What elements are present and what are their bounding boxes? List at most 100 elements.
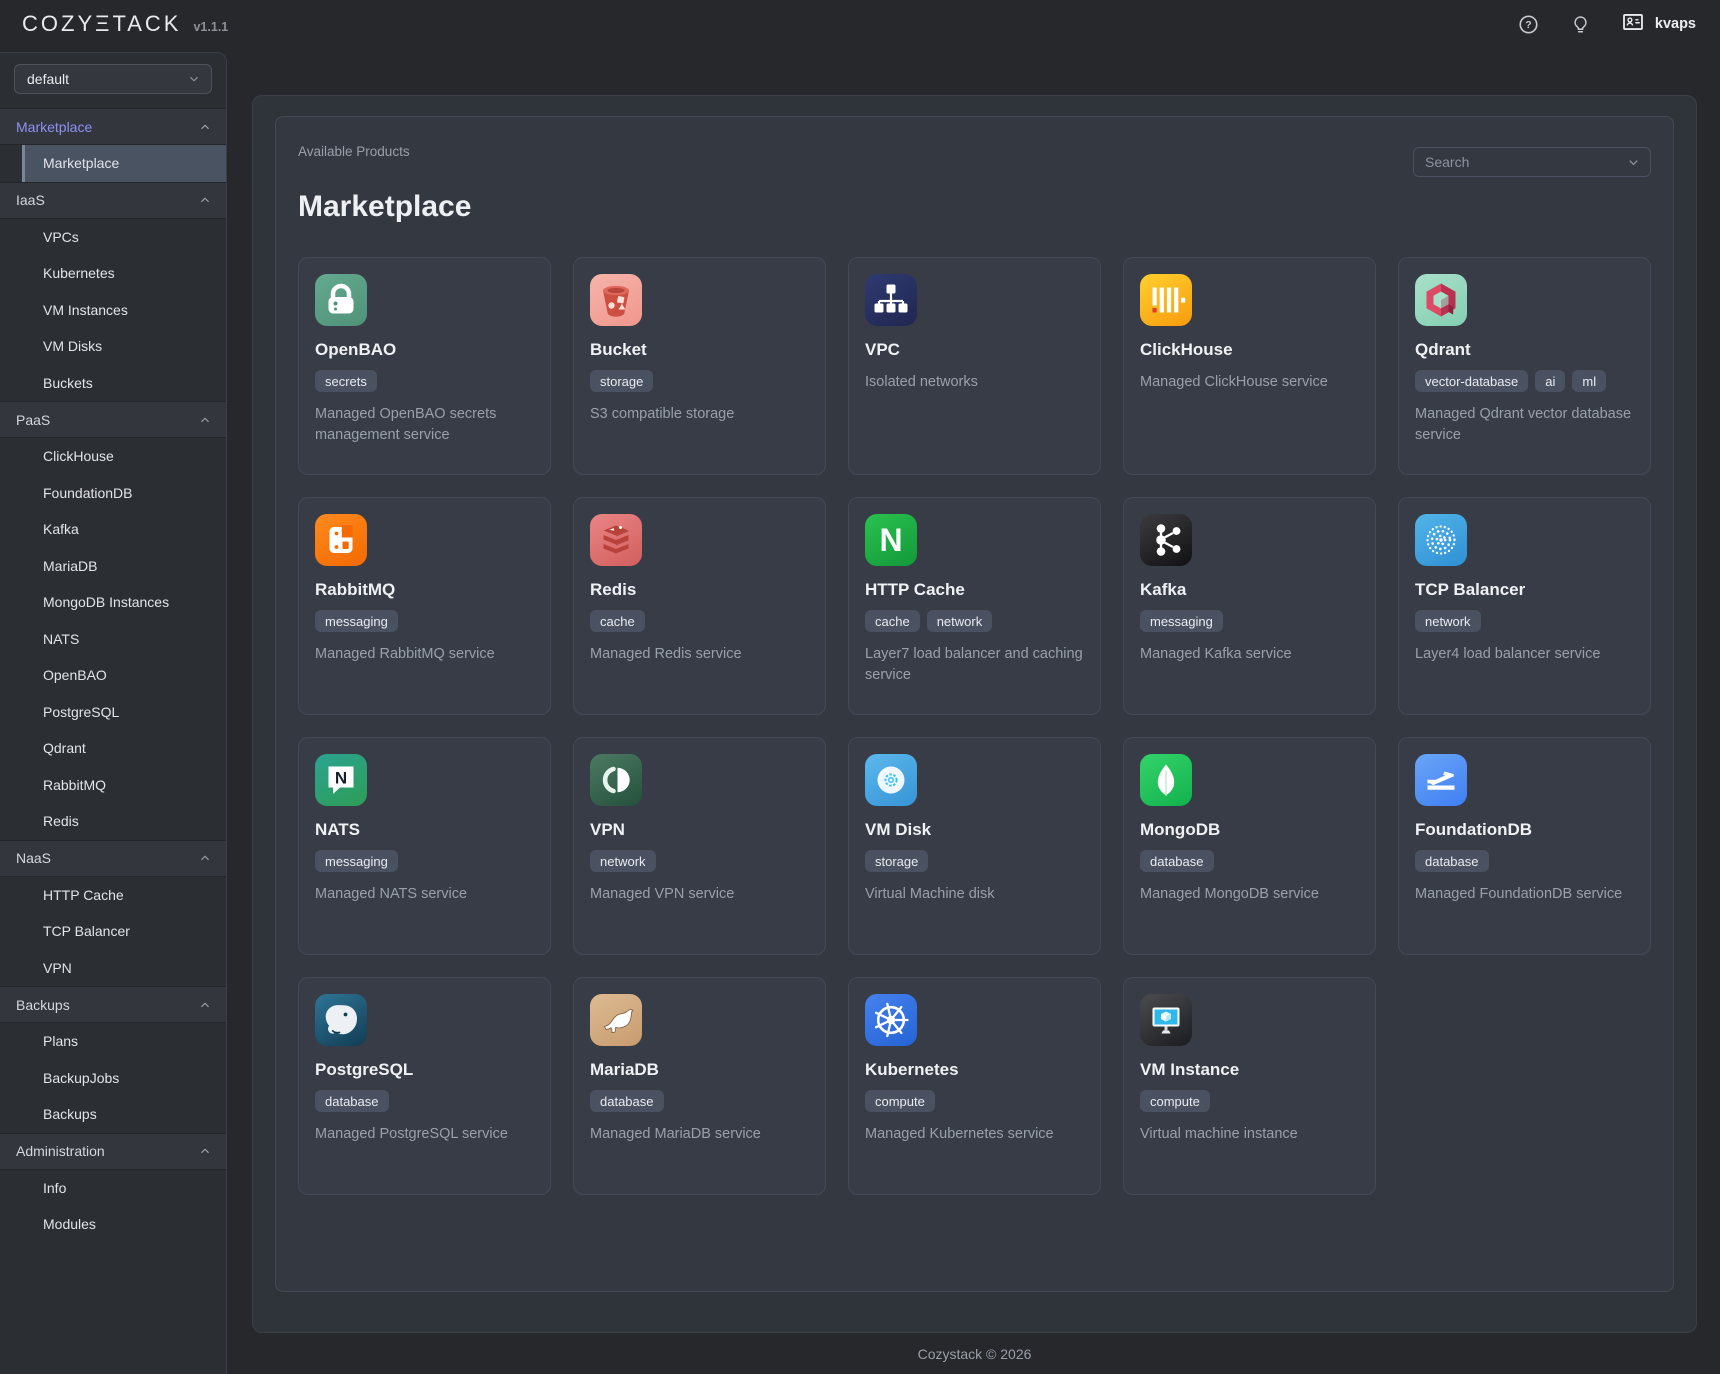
kubernetes-helm-icon — [865, 994, 917, 1046]
product-card-nats[interactable]: N NATS messaging Managed NATS service — [298, 737, 551, 955]
product-card-mariadb[interactable]: MariaDB database Managed MariaDB service — [573, 977, 826, 1195]
chevron-up-icon — [198, 193, 212, 207]
user-menu[interactable]: kvaps — [1620, 11, 1696, 38]
sidebar-group-administration[interactable]: Administration — [0, 1133, 226, 1170]
product-card-rabbitmq[interactable]: RabbitMQ messaging Managed RabbitMQ serv… — [298, 497, 551, 715]
chevron-up-icon — [198, 998, 212, 1012]
sidebar-item-buckets[interactable]: Buckets — [0, 365, 226, 402]
svg-text:N: N — [335, 769, 347, 788]
product-card-kafka[interactable]: Kafka messaging Managed Kafka service — [1123, 497, 1376, 715]
product-card-vm-instance[interactable]: VM Instance compute Virtual machine inst… — [1123, 977, 1376, 1195]
svg-text:?: ? — [1526, 19, 1532, 31]
product-card-vpn[interactable]: VPN network Managed VPN service — [573, 737, 826, 955]
app-logo: COZYΞTACK v1.1.1 — [22, 11, 228, 37]
tag-compute: compute — [1140, 1090, 1210, 1112]
product-card-clickhouse[interactable]: ClickHouse Managed ClickHouse service — [1123, 257, 1376, 475]
sidebar-item-vpcs[interactable]: VPCs — [0, 219, 226, 256]
chevron-up-icon — [198, 851, 212, 865]
tag-database: database — [1140, 850, 1214, 872]
sidebar-item-mariadb[interactable]: MariaDB — [0, 548, 226, 585]
sidebar-item-backupjobs[interactable]: BackupJobs — [0, 1060, 226, 1097]
lightbulb-icon[interactable] — [1568, 11, 1594, 37]
sidebar-group-paas[interactable]: PaaS — [0, 401, 226, 438]
sidebar-item-kubernetes[interactable]: Kubernetes — [0, 255, 226, 292]
sidebar-item-vm-instances[interactable]: VM Instances — [0, 292, 226, 329]
product-card-kubernetes[interactable]: Kubernetes compute Managed Kubernetes se… — [848, 977, 1101, 1195]
product-card-vm-disk[interactable]: VM Disk storage Virtual Machine disk — [848, 737, 1101, 955]
tag-storage: storage — [865, 850, 928, 872]
sidebar-item-modules[interactable]: Modules — [0, 1206, 226, 1243]
product-card-bucket[interactable]: Bucket storage S3 compatible storage — [573, 257, 826, 475]
sidebar: default Marketplace Marketplace IaaS VPC… — [0, 52, 227, 1374]
nats-icon: N — [315, 754, 367, 806]
product-card-redis[interactable]: Redis cache Managed Redis service — [573, 497, 826, 715]
tag-secrets: secrets — [315, 370, 377, 392]
product-card-mongodb[interactable]: MongoDB database Managed MongoDB service — [1123, 737, 1376, 955]
monitor-cube-icon — [1140, 994, 1192, 1046]
search-input[interactable] — [1425, 154, 1626, 170]
chevron-down-icon — [187, 72, 201, 86]
tenant-select[interactable]: default — [14, 64, 212, 94]
chevron-up-icon — [198, 413, 212, 427]
tag-messaging: messaging — [315, 610, 398, 632]
tag-vector-database: vector-database — [1415, 370, 1528, 392]
sidebar-item-postgresql[interactable]: PostgreSQL — [0, 694, 226, 731]
network-tree-icon — [865, 274, 917, 326]
sidebar-item-rabbitmq[interactable]: RabbitMQ — [0, 767, 226, 804]
breadcrumb: Available Products — [298, 142, 410, 159]
product-card-foundationdb[interactable]: FoundationDB database Managed Foundation… — [1398, 737, 1651, 955]
username: kvaps — [1655, 16, 1696, 32]
sidebar-item-marketplace[interactable]: Marketplace — [22, 145, 226, 182]
leaf-icon — [1140, 754, 1192, 806]
page-title: Marketplace — [298, 190, 1651, 224]
sidebar-item-mongodb-instances[interactable]: MongoDB Instances — [0, 584, 226, 621]
tag-network: network — [590, 850, 656, 872]
chevron-up-icon — [198, 1144, 212, 1158]
logo-text: COZYΞTACK — [22, 11, 181, 37]
sidebar-group-marketplace[interactable]: Marketplace — [0, 108, 226, 145]
help-icon[interactable]: ? — [1516, 11, 1542, 37]
content-panel: Available Products Marketplace OpenBAO s… — [252, 95, 1697, 1333]
tag-network: network — [1415, 610, 1481, 632]
tag-cache: cache — [590, 610, 645, 632]
tag-database: database — [1415, 850, 1489, 872]
sidebar-item-kafka[interactable]: Kafka — [0, 511, 226, 548]
sidebar-item-backups[interactable]: Backups — [0, 1096, 226, 1133]
sidebar-item-qdrant[interactable]: Qdrant — [0, 730, 226, 767]
sidebar-item-tcp-balancer[interactable]: TCP Balancer — [0, 913, 226, 950]
tag-storage: storage — [590, 370, 653, 392]
sidebar-group-iaas[interactable]: IaaS — [0, 182, 226, 219]
product-card-qdrant[interactable]: Qdrant vector-databaseaiml Managed Qdran… — [1398, 257, 1651, 475]
product-card-http-cache[interactable]: N HTTP Cache cachenetwork Layer7 load ba… — [848, 497, 1101, 715]
sidebar-item-vm-disks[interactable]: VM Disks — [0, 328, 226, 365]
sidebar-item-vpn[interactable]: VPN — [0, 950, 226, 987]
globe-dots-icon — [1415, 514, 1467, 566]
sidebar-item-http-cache[interactable]: HTTP Cache — [0, 877, 226, 914]
vpn-circle-icon — [590, 754, 642, 806]
product-grid: OpenBAO secrets Managed OpenBAO secrets … — [298, 257, 1651, 1195]
sidebar-item-clickhouse[interactable]: ClickHouse — [0, 438, 226, 475]
user-badge-icon — [1620, 11, 1646, 38]
version-label: v1.1.1 — [193, 20, 228, 34]
sidebar-item-info[interactable]: Info — [0, 1170, 226, 1207]
sidebar-item-plans[interactable]: Plans — [0, 1023, 226, 1060]
sidebar-group-backups[interactable]: Backups — [0, 986, 226, 1023]
chevron-down-icon — [1626, 155, 1641, 170]
tag-database: database — [315, 1090, 389, 1112]
product-card-openbao[interactable]: OpenBAO secrets Managed OpenBAO secrets … — [298, 257, 551, 475]
sidebar-group-naas[interactable]: NaaS — [0, 840, 226, 877]
tag-messaging: messaging — [315, 850, 398, 872]
sidebar-item-nats[interactable]: NATS — [0, 621, 226, 658]
sidebar-item-redis[interactable]: Redis — [0, 803, 226, 840]
sidebar-item-openbao[interactable]: OpenBAO — [0, 657, 226, 694]
search-box[interactable] — [1413, 147, 1651, 177]
tag-messaging: messaging — [1140, 610, 1223, 632]
disk-icon — [865, 754, 917, 806]
qdrant-cube-icon — [1415, 274, 1467, 326]
product-card-tcp-balancer[interactable]: TCP Balancer network Layer4 load balance… — [1398, 497, 1651, 715]
product-card-vpc[interactable]: VPC Isolated networks — [848, 257, 1101, 475]
product-card-postgresql[interactable]: PostgreSQL database Managed PostgreSQL s… — [298, 977, 551, 1195]
clickhouse-bars-icon — [1140, 274, 1192, 326]
foundationdb-icon — [1415, 754, 1467, 806]
sidebar-item-foundationdb[interactable]: FoundationDB — [0, 475, 226, 512]
